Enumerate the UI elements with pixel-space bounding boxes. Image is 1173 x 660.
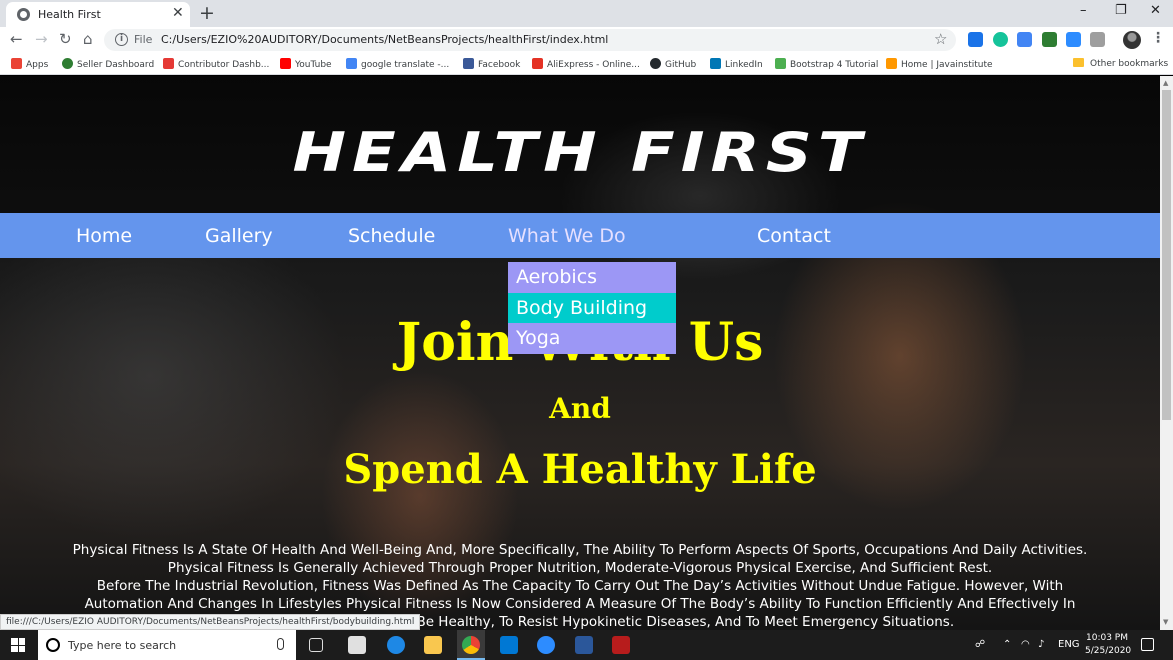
nav-contact[interactable]: Contact — [757, 225, 831, 247]
new-tab-button[interactable]: + — [199, 2, 215, 24]
scroll-down-icon[interactable]: ▼ — [1163, 618, 1168, 626]
bookmark-item[interactable]: GitHub — [650, 58, 696, 70]
other-bookmarks[interactable]: Other bookmarks — [1073, 58, 1168, 69]
site-navbar: Home Gallery Schedule What We Do Contact — [0, 213, 1160, 258]
extension-icon[interactable] — [968, 32, 983, 47]
search-placeholder: Type here to search — [68, 639, 177, 652]
bookmark-item[interactable]: AliExpress - Online... — [532, 58, 640, 70]
microphone-icon[interactable] — [277, 638, 284, 650]
bookmark-item[interactable]: Contributor Dashb... — [163, 58, 269, 70]
clock-time: 10:03 PM — [1086, 633, 1128, 643]
link-status-bar: file:///C:/Users/EZIO AUDITORY/Documents… — [0, 614, 421, 630]
taskbar-clock[interactable]: 10:03 PM 5/25/2020 — [1085, 632, 1132, 658]
url-text[interactable]: C:/Users/EZIO%20AUDITORY/Documents/NetBe… — [161, 33, 608, 46]
browser-tab[interactable]: Health First ✕ — [6, 2, 190, 27]
chevron-up-icon[interactable]: ⌃ — [1003, 639, 1011, 650]
google-icon — [346, 58, 357, 69]
bookmark-item[interactable]: Bootstrap 4 Tutorial — [775, 58, 878, 70]
dropdown-item-yoga[interactable]: Yoga — [508, 323, 676, 354]
nav-home[interactable]: Home — [76, 225, 132, 247]
site-logo: HEALTH FIRST — [292, 121, 868, 185]
nav-gallery[interactable]: Gallery — [205, 225, 273, 247]
bookmark-favicon — [62, 58, 73, 69]
chrome-icon[interactable] — [462, 636, 480, 654]
bookmark-item[interactable]: Apps — [11, 58, 48, 70]
nav-schedule[interactable]: Schedule — [348, 225, 435, 247]
github-icon — [650, 58, 661, 69]
windows-taskbar: Type here to search ☍ ⌃ ◠ ♪ ENG 10:03 PM… — [0, 630, 1173, 660]
aliexpress-icon — [532, 58, 543, 69]
language-indicator[interactable]: ENG — [1058, 639, 1080, 650]
bookmark-item[interactable]: YouTube — [280, 58, 332, 70]
back-icon[interactable]: ← — [10, 30, 23, 48]
file-explorer-icon[interactable] — [424, 636, 442, 654]
extension-puzzle-icon[interactable] — [1090, 32, 1105, 47]
bookmark-item[interactable]: LinkedIn — [710, 58, 763, 70]
page-scrollbar[interactable]: ▲ ▼ — [1160, 76, 1173, 630]
tab-title: Health First — [38, 8, 101, 21]
tab-strip: Health First ✕ + – ❐ ✕ — [0, 0, 1173, 27]
dropdown-item-aerobics[interactable]: Aerobics — [508, 262, 676, 293]
page-viewport: HEALTH FIRST Home Gallery Schedule What … — [0, 76, 1160, 630]
profile-avatar[interactable] — [1123, 31, 1141, 49]
browser-toolbar: ← → ↻ ⌂ i File C:/Users/EZIO%20AUDITORY/… — [0, 27, 1173, 53]
linkedin-icon — [710, 58, 721, 69]
shield-icon[interactable] — [1042, 32, 1057, 47]
clock-date: 5/25/2020 — [1085, 646, 1132, 656]
reload-icon[interactable]: ↻ — [59, 30, 72, 48]
grammarly-icon[interactable] — [993, 32, 1008, 47]
volume-icon[interactable]: ♪ — [1038, 639, 1044, 650]
scroll-up-icon[interactable]: ▲ — [1163, 79, 1168, 87]
bookmark-item[interactable]: Seller Dashboard — [62, 58, 154, 70]
address-bar[interactable]: i File C:/Users/EZIO%20AUDITORY/Document… — [104, 29, 956, 51]
bookmark-favicon — [163, 58, 174, 69]
bookmark-star-icon[interactable]: ☆ — [934, 30, 947, 48]
facebook-icon — [463, 58, 474, 69]
mail-icon[interactable] — [500, 636, 518, 654]
url-scheme: File — [134, 33, 153, 46]
taskbar-search-box[interactable]: Type here to search — [38, 630, 296, 660]
zoom-app-icon[interactable] — [537, 636, 555, 654]
bookmark-favicon — [886, 58, 897, 69]
youtube-icon — [280, 58, 291, 69]
scroll-thumb[interactable] — [1162, 90, 1171, 420]
bookmarks-bar: Apps Seller Dashboard Contributor Dashb.… — [0, 53, 1173, 75]
apps-icon — [11, 58, 22, 69]
close-window-button[interactable]: ✕ — [1150, 3, 1161, 18]
headline-healthy-life: Spend A Healthy Life — [343, 446, 817, 493]
what-we-do-dropdown: Aerobics Body Building Yoga — [508, 262, 676, 354]
bookmark-item[interactable]: Home | Javainstitute — [886, 58, 993, 70]
close-tab-icon[interactable]: ✕ — [172, 5, 184, 21]
translate-icon[interactable] — [1017, 32, 1032, 47]
home-icon[interactable]: ⌂ — [83, 30, 93, 48]
acrobat-icon[interactable] — [612, 636, 630, 654]
info-icon[interactable]: i — [115, 33, 128, 46]
task-view-icon[interactable] — [309, 638, 323, 652]
headline-and: And — [549, 392, 611, 425]
nav-what-we-do[interactable]: What We Do — [508, 225, 626, 247]
store-icon[interactable] — [348, 636, 366, 654]
people-icon[interactable]: ☍ — [975, 639, 985, 650]
notification-icon[interactable] — [1141, 638, 1154, 651]
edge-icon[interactable] — [387, 636, 405, 654]
bookmark-favicon — [775, 58, 786, 69]
menu-icon[interactable]: ⋮ — [1151, 30, 1165, 46]
bookmark-item[interactable]: Facebook — [463, 58, 520, 70]
minimize-button[interactable]: – — [1080, 3, 1087, 18]
dropdown-item-body-building[interactable]: Body Building — [508, 292, 676, 323]
word-icon[interactable] — [575, 636, 593, 654]
intro-paragraph: Physical Fitness Is A State Of Health An… — [72, 542, 1088, 576]
restore-button[interactable]: ❐ — [1115, 3, 1127, 18]
zoom-icon[interactable] — [1066, 32, 1081, 47]
bookmark-item[interactable]: google translate -... — [346, 58, 449, 70]
folder-icon — [1073, 58, 1084, 67]
network-icon[interactable]: ◠ — [1021, 639, 1030, 650]
globe-icon — [17, 8, 30, 21]
forward-icon[interactable]: → — [35, 30, 48, 48]
windows-start-icon[interactable] — [11, 638, 25, 652]
cortana-icon — [46, 638, 60, 652]
